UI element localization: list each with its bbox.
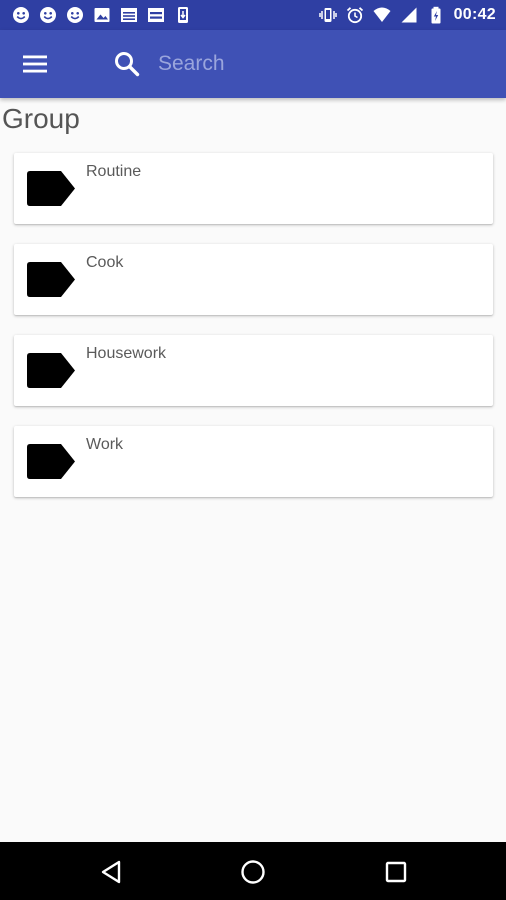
battery-charging-icon [427,6,445,24]
group-label: Cook [86,254,124,271]
group-card-routine[interactable]: Routine [14,153,493,224]
page-title: Group [2,103,80,134]
notification-icons [12,6,192,24]
notification-face-icon [66,6,84,24]
menu-icon [23,55,47,73]
search-icon [115,52,140,77]
calendar-icon [147,6,165,24]
back-icon [101,860,121,884]
group-list: Routine Cook Housework Work [14,153,493,517]
group-card-work[interactable]: Work [14,426,493,497]
home-icon [241,860,265,884]
status-time: 00:42 [453,6,496,23]
label-tag-icon [27,262,75,297]
home-button[interactable] [237,856,269,888]
recents-button[interactable] [380,856,412,888]
notification-face-icon [12,6,30,24]
system-icons: 00:42 [318,5,496,25]
status-bar: 00:42 [0,0,506,30]
group-card-cook[interactable]: Cook [14,244,493,315]
back-button[interactable] [95,856,127,888]
calendar-icon [120,6,138,24]
image-icon [93,6,111,24]
label-tag-icon [27,444,75,479]
group-label: Routine [86,163,142,180]
signal-icon [400,6,418,24]
label-tag-icon [27,171,75,206]
label-tag-icon [27,353,75,388]
wifi-icon [373,6,391,24]
notification-face-icon [39,6,57,24]
app-toolbar [0,30,506,98]
alarm-icon [346,6,364,24]
group-card-housework[interactable]: Housework [14,335,493,406]
group-label: Housework [86,345,167,362]
group-label: Work [86,436,124,453]
download-icon [174,6,192,24]
recents-icon [385,861,407,883]
menu-button[interactable] [14,44,56,84]
vibrate-icon [318,6,337,24]
search-input[interactable] [150,47,496,81]
navigation-bar [0,842,506,900]
